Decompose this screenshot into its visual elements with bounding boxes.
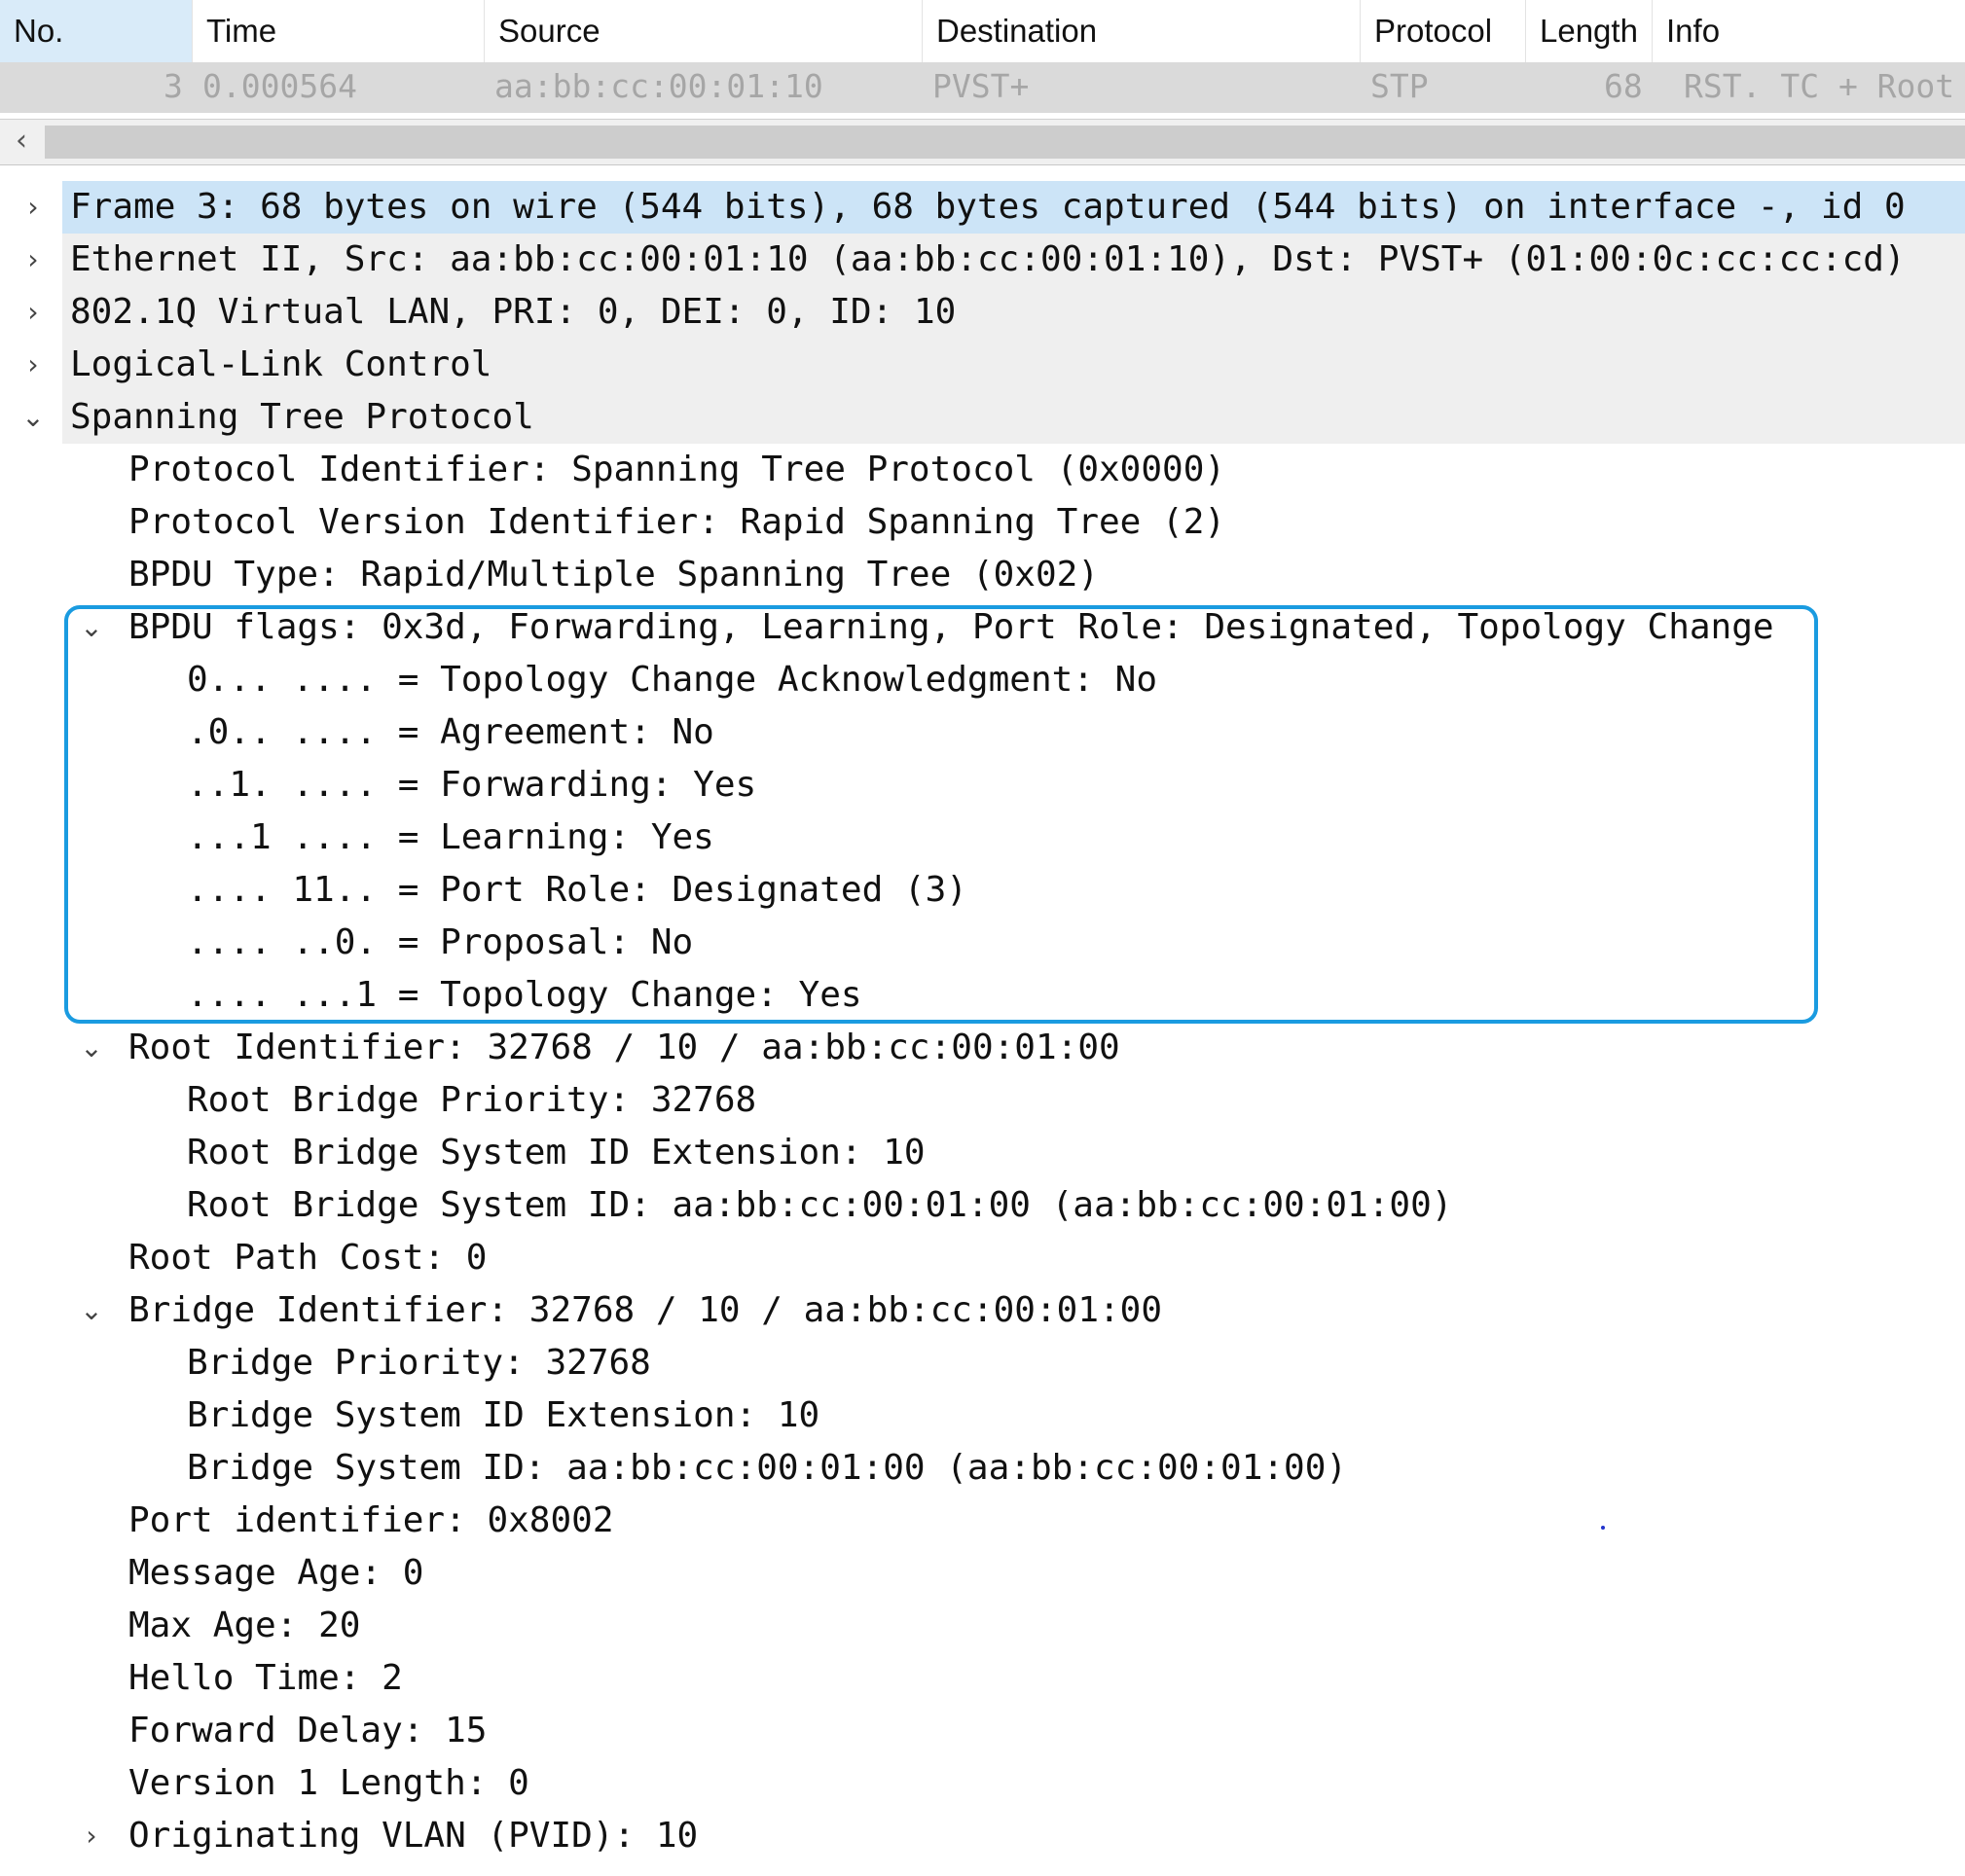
tree-item-flag-proposal[interactable]: .... ..0. = Proposal: No xyxy=(187,917,693,969)
packet-info: RST. TC + Root xyxy=(1684,67,1955,105)
chevron-right-icon[interactable]: › xyxy=(19,181,47,234)
tree-item-root-bridge-priority[interactable]: Root Bridge Priority: 32768 xyxy=(187,1074,756,1127)
horizontal-scrollbar[interactable]: ‹ xyxy=(0,119,1965,165)
tree-item-originating-vlan[interactable]: Originating VLAN (PVID): 10 xyxy=(128,1810,698,1862)
tree-item-root-path-cost[interactable]: Root Path Cost: 0 xyxy=(128,1232,487,1284)
stray-dot xyxy=(1601,1526,1605,1530)
packet-no: 3 xyxy=(164,67,183,105)
packet-list-header: No. Time Source Destination Protocol Len… xyxy=(0,0,1965,63)
column-header-length[interactable]: Length xyxy=(1526,0,1653,62)
tree-item-vlan[interactable]: 802.1Q Virtual LAN, PRI: 0, DEI: 0, ID: … xyxy=(62,286,1965,339)
scrollbar-thumb[interactable] xyxy=(45,126,1965,159)
tree-item-llc[interactable]: Logical-Link Control xyxy=(62,339,1965,391)
tree-item-flag-agreement[interactable]: .0.. .... = Agreement: No xyxy=(187,706,714,759)
chevron-down-icon[interactable]: ⌄ xyxy=(19,391,47,444)
column-header-info[interactable]: Info xyxy=(1653,0,1965,62)
tree-item-flag-forwarding[interactable]: ..1. .... = Forwarding: Yes xyxy=(187,759,756,812)
tree-item-root-identifier[interactable]: Root Identifier: 32768 / 10 / aa:bb:cc:0… xyxy=(128,1022,1120,1074)
tree-item-root-bridge-ext[interactable]: Root Bridge System ID Extension: 10 xyxy=(187,1127,926,1179)
tree-item-flag-learning[interactable]: ...1 .... = Learning: Yes xyxy=(187,812,714,864)
chevron-down-icon[interactable]: ⌄ xyxy=(78,1022,105,1074)
tree-item-bridge-identifier[interactable]: Bridge Identifier: 32768 / 10 / aa:bb:cc… xyxy=(128,1284,1162,1337)
tree-item-stp[interactable]: Spanning Tree Protocol xyxy=(62,391,1965,444)
tree-item-ethernet[interactable]: Ethernet II, Src: aa:bb:cc:00:01:10 (aa:… xyxy=(62,234,1965,286)
tree-item-bridge-priority[interactable]: Bridge Priority: 32768 xyxy=(187,1337,651,1389)
packet-destination: PVST+ xyxy=(932,67,1030,105)
column-header-no[interactable]: No. xyxy=(0,0,193,62)
column-header-protocol[interactable]: Protocol xyxy=(1361,0,1526,62)
packet-details-tree: › Frame 3: 68 bytes on wire (544 bits), … xyxy=(0,181,1965,1876)
tree-item-max-age[interactable]: Max Age: 20 xyxy=(128,1600,360,1652)
tree-item-protocol-version[interactable]: Protocol Version Identifier: Rapid Spann… xyxy=(128,496,1225,549)
tree-item-forward-delay[interactable]: Forward Delay: 15 xyxy=(128,1705,487,1757)
chevron-left-icon[interactable]: ‹ xyxy=(0,120,43,164)
tree-item-hello-time[interactable]: Hello Time: 2 xyxy=(128,1652,403,1705)
chevron-right-icon[interactable]: › xyxy=(78,1810,105,1862)
column-header-time[interactable]: Time xyxy=(193,0,485,62)
tree-item-port-identifier[interactable]: Port identifier: 0x8002 xyxy=(128,1495,614,1547)
packet-source: aa:bb:cc:00:01:10 xyxy=(494,67,823,105)
tree-item-flag-port-role[interactable]: .... 11.. = Port Role: Designated (3) xyxy=(187,864,967,917)
tree-item-bridge-ext[interactable]: Bridge System ID Extension: 10 xyxy=(187,1389,819,1442)
chevron-right-icon[interactable]: › xyxy=(19,339,47,391)
column-header-destination[interactable]: Destination xyxy=(923,0,1361,62)
chevron-right-icon[interactable]: › xyxy=(19,234,47,286)
tree-item-bpdu-flags[interactable]: BPDU flags: 0x3d, Forwarding, Learning, … xyxy=(128,601,1774,654)
tree-item-bpdu-type[interactable]: BPDU Type: Rapid/Multiple Spanning Tree … xyxy=(128,549,1099,601)
packet-row[interactable]: 3 0.000564 aa:bb:cc:00:01:10 PVST+ STP 6… xyxy=(0,62,1965,113)
tree-item-frame[interactable]: Frame 3: 68 bytes on wire (544 bits), 68… xyxy=(62,181,1965,234)
tree-item-root-bridge-sysid[interactable]: Root Bridge System ID: aa:bb:cc:00:01:00… xyxy=(187,1179,1452,1232)
packet-length: 68 xyxy=(1604,67,1643,105)
column-header-source[interactable]: Source xyxy=(485,0,923,62)
packet-time: 0.000564 xyxy=(202,67,357,105)
tree-item-protocol-identifier[interactable]: Protocol Identifier: Spanning Tree Proto… xyxy=(128,444,1225,496)
chevron-right-icon[interactable]: › xyxy=(19,286,47,339)
tree-item-flag-tc-ack[interactable]: 0... .... = Topology Change Acknowledgme… xyxy=(187,654,1157,706)
packet-protocol: STP xyxy=(1370,67,1429,105)
tree-item-version1-length[interactable]: Version 1 Length: 0 xyxy=(128,1757,529,1810)
chevron-down-icon[interactable]: ⌄ xyxy=(78,601,105,654)
tree-item-flag-topology-change[interactable]: .... ...1 = Topology Change: Yes xyxy=(187,969,862,1022)
tree-item-message-age[interactable]: Message Age: 0 xyxy=(128,1547,423,1600)
tree-item-bridge-sysid[interactable]: Bridge System ID: aa:bb:cc:00:01:00 (aa:… xyxy=(187,1442,1347,1495)
chevron-down-icon[interactable]: ⌄ xyxy=(78,1284,105,1337)
